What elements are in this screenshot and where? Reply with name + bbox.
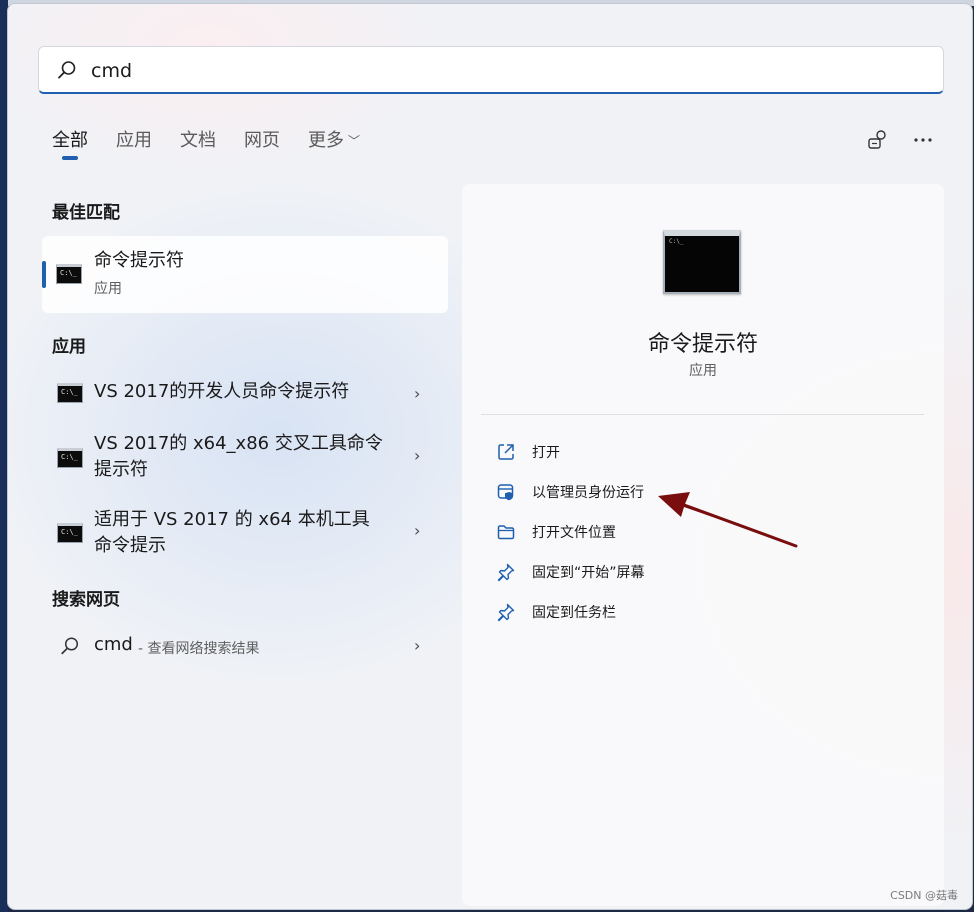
folder-icon (497, 525, 515, 540)
command-prompt-icon: C:\_ (57, 448, 83, 468)
detail-title: 命令提示符 (647, 332, 758, 357)
search-input[interactable] (89, 55, 913, 87)
web-search-query: cmd (94, 634, 133, 655)
best-match-item[interactable]: C:\_ 命令提示符 应用 (42, 236, 448, 313)
section-web-title: 搜索网页 (52, 590, 120, 610)
tab-apps[interactable]: 应用 (116, 126, 152, 160)
more-options-icon[interactable] (911, 128, 935, 152)
app-item-title-line2: 提示符 (94, 459, 148, 480)
action-label: 固定到任务栏 (532, 605, 616, 621)
search-icon (61, 637, 79, 655)
command-prompt-icon: C:\_ (56, 264, 82, 284)
watermark: CSDN @菇毒 (890, 889, 958, 902)
chevron-right-icon[interactable]: › (414, 521, 420, 540)
app-item-title-line2: 命令提示 (94, 535, 166, 556)
app-item-title: 适用于 VS 2017 的 x64 本机工具 (94, 509, 370, 530)
web-search-suffix: - 查看网络搜索结果 (138, 641, 260, 657)
search-icon (58, 61, 76, 79)
detail-panel: C:\_ 命令提示符 应用 打开 以管理员身份运行 打开文件位置 固定到“开始”… (462, 184, 944, 906)
pin-icon (497, 563, 515, 582)
action-run-as-admin[interactable]: 以管理员身份运行 (496, 481, 644, 503)
tab-more[interactable]: 更多 ﹀ (308, 126, 360, 160)
action-label: 以管理员身份运行 (532, 485, 644, 501)
action-open-file-location[interactable]: 打开文件位置 (496, 521, 616, 543)
section-best-match-title: 最佳匹配 (52, 203, 120, 223)
tab-web[interactable]: 网页 (244, 126, 280, 160)
action-pin-to-start[interactable]: 固定到“开始”屏幕 (496, 561, 645, 583)
command-prompt-icon: C:\_ (57, 523, 83, 543)
open-external-icon (498, 444, 514, 460)
best-match-subtitle: 应用 (94, 281, 122, 297)
chevron-down-icon: ﹀ (348, 134, 361, 148)
action-label: 固定到“开始”屏幕 (532, 565, 645, 581)
best-match-title: 命令提示符 (94, 250, 184, 271)
command-prompt-large-icon: C:\_ (663, 230, 741, 294)
selection-indicator (42, 261, 46, 288)
divider (481, 414, 924, 415)
command-prompt-icon: C:\_ (57, 383, 83, 403)
action-label: 打开文件位置 (532, 525, 616, 541)
section-apps-title: 应用 (52, 337, 86, 357)
tab-all[interactable]: 全部 (52, 126, 88, 160)
action-label: 打开 (532, 445, 560, 461)
action-pin-to-taskbar[interactable]: 固定到任务栏 (496, 601, 616, 623)
app-item-title: VS 2017的开发人员命令提示符 (94, 381, 350, 402)
chevron-right-icon[interactable]: › (414, 384, 420, 403)
tab-documents[interactable]: 文档 (180, 126, 216, 160)
filter-tabs: 全部 应用 文档 网页 更多 ﹀ (52, 126, 388, 160)
action-open[interactable]: 打开 (496, 441, 560, 463)
pin-icon (497, 603, 515, 622)
chevron-right-icon[interactable]: › (414, 446, 420, 465)
chevron-right-icon[interactable]: › (414, 636, 420, 655)
feedback-icon[interactable] (866, 128, 890, 152)
start-search-window: 全部 应用 文档 网页 更多﹀ 最佳匹配 C:\_ 命令提示符 应用 应用 C:… (7, 3, 973, 910)
search-box[interactable] (38, 46, 944, 94)
detail-subtitle: 应用 (689, 363, 717, 379)
shield-admin-icon (497, 484, 514, 501)
app-item-title: VS 2017的 x64_x86 交叉工具命令 (94, 433, 383, 454)
